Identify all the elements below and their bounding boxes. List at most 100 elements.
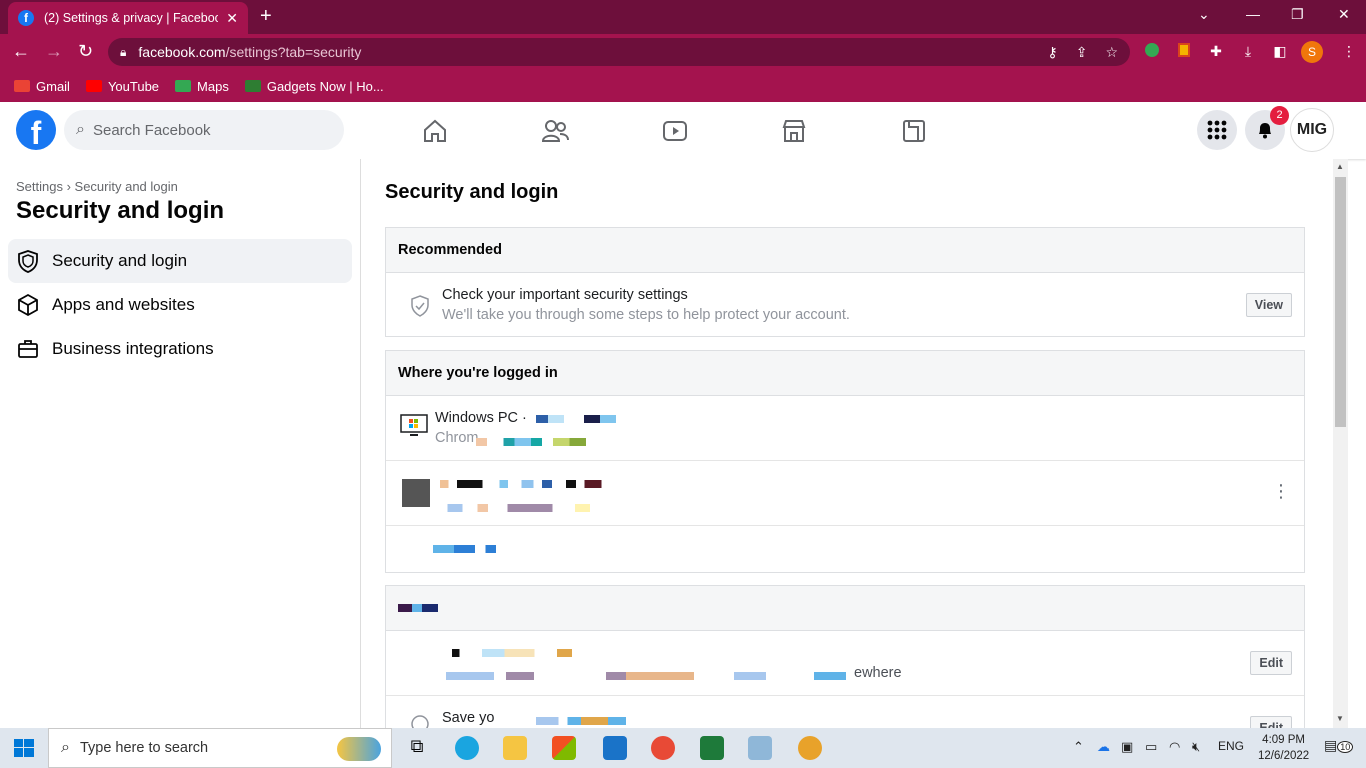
sidebar-item-label: Security and login bbox=[52, 251, 188, 270]
security-checkup-title: Check your important security settings bbox=[442, 287, 688, 303]
minimize-icon[interactable]: — bbox=[1246, 6, 1260, 22]
friends-icon[interactable] bbox=[540, 116, 570, 146]
logged-in-card: Where you're logged in Windows PC · Chro… bbox=[385, 350, 1305, 573]
sidebar-title: Security and login bbox=[16, 197, 225, 224]
settings-sidebar: Settings › Security and login Security a… bbox=[0, 159, 361, 728]
edit-button-2[interactable]: Edit bbox=[1250, 716, 1292, 728]
download-icon[interactable]: ⤓ bbox=[1239, 42, 1257, 60]
redacted-pixels bbox=[440, 480, 610, 488]
wifi-icon[interactable]: ◠ bbox=[1169, 739, 1180, 755]
see-more-row[interactable] bbox=[386, 526, 1304, 572]
facebook-favicon-icon: f bbox=[18, 10, 34, 26]
notepad-icon[interactable] bbox=[748, 736, 772, 760]
tab-search-chevron-icon[interactable]: ⌄ bbox=[1198, 6, 1210, 23]
task-view-icon[interactable]: ⧉ bbox=[405, 736, 429, 760]
file-explorer-icon[interactable] bbox=[503, 736, 527, 760]
home-icon[interactable] bbox=[420, 116, 450, 146]
breadcrumb[interactable]: Settings › Security and login bbox=[16, 179, 178, 194]
recommended-card: Recommended Check your important securit… bbox=[385, 227, 1305, 337]
session-device-subtitle: Chrom bbox=[435, 430, 479, 446]
windows-taskbar: ⌕ Type here to search ⧉ ⌃ ☁ ▣ ▭ ◠ 🔇︎ ENG… bbox=[0, 728, 1366, 768]
url-path: /settings?tab=security bbox=[225, 44, 362, 60]
account-avatar[interactable]: MIG bbox=[1290, 108, 1334, 152]
facebook-logo-icon[interactable]: f bbox=[16, 110, 56, 150]
password-row[interactable]: ewhere Edit bbox=[386, 631, 1304, 696]
reload-icon[interactable]: ↻ bbox=[78, 42, 93, 60]
sidebar-item-security-and-login[interactable]: Security and login bbox=[8, 239, 352, 283]
extension-green-icon[interactable] bbox=[1143, 42, 1161, 60]
session-row-windows[interactable]: Windows PC · Chrom bbox=[386, 396, 1304, 461]
taskbar-search-input[interactable]: ⌕ Type here to search bbox=[48, 728, 392, 768]
youtube-icon bbox=[85, 80, 102, 92]
extensions-puzzle-icon[interactable]: ✚ bbox=[1207, 42, 1225, 60]
forward-arrow-icon[interactable]: → bbox=[45, 42, 63, 60]
gaming-icon[interactable] bbox=[899, 116, 929, 146]
search-icon: ⌕ bbox=[76, 121, 85, 138]
device-icon bbox=[402, 479, 430, 507]
session-more-options-icon[interactable]: ⋮ bbox=[1272, 481, 1290, 502]
action-center-icon[interactable]: ▤ 10 bbox=[1324, 737, 1354, 754]
close-tab-icon[interactable]: ✕ bbox=[226, 10, 238, 27]
marketplace-icon[interactable] bbox=[779, 116, 809, 146]
key-icon[interactable]: ⚷ bbox=[1047, 44, 1057, 61]
bookmark-maps[interactable]: Maps bbox=[175, 79, 229, 94]
cube-icon bbox=[16, 293, 40, 317]
scrollbar-thumb[interactable] bbox=[1335, 177, 1346, 427]
bookmark-gadgets-now[interactable]: Gadgets Now | Ho... bbox=[244, 79, 384, 94]
bookmark-youtube[interactable]: YouTube bbox=[85, 79, 159, 94]
recommended-heading: Recommended bbox=[386, 228, 1304, 273]
url-host: facebook.com bbox=[138, 44, 226, 60]
chrome-profile-icon[interactable] bbox=[651, 736, 675, 760]
back-arrow-icon[interactable]: ← bbox=[12, 42, 30, 60]
browser-tab[interactable]: f (2) Settings & privacy | Facebook ✕ bbox=[8, 2, 248, 34]
watch-video-icon[interactable] bbox=[660, 116, 690, 146]
session-row-redacted[interactable]: ⋮ bbox=[386, 461, 1304, 526]
menu-grid-icon[interactable] bbox=[1197, 110, 1237, 150]
menu-kebab-icon[interactable]: ⋮ bbox=[1340, 42, 1358, 60]
shield-check-icon bbox=[410, 295, 430, 322]
app-notification-icon[interactable] bbox=[700, 736, 724, 760]
language-indicator[interactable]: ENG bbox=[1218, 739, 1244, 753]
side-panel-icon[interactable]: ◧ bbox=[1271, 42, 1289, 60]
scroll-up-icon[interactable]: ▲ bbox=[1336, 162, 1344, 171]
edge-browser-icon[interactable] bbox=[455, 736, 479, 760]
sidebar-item-label: Business integrations bbox=[52, 339, 214, 358]
save-login-row[interactable]: Save yo Edit bbox=[386, 696, 1304, 728]
facebook-header: f ⌕ Search Facebook bbox=[0, 102, 1366, 159]
bookmark-gmail[interactable]: Gmail bbox=[14, 79, 70, 94]
onedrive-icon[interactable]: ☁ bbox=[1097, 739, 1110, 755]
info-circle-icon bbox=[410, 714, 430, 728]
chrome-icon[interactable] bbox=[798, 736, 822, 760]
tab-title: (2) Settings & privacy | Facebook bbox=[44, 11, 219, 25]
gmail-icon bbox=[14, 80, 30, 92]
tray-app-icon[interactable]: ▣ bbox=[1121, 739, 1133, 755]
sidebar-item-business-integrations[interactable]: Business integrations bbox=[8, 327, 352, 371]
page-scrollbar[interactable]: ▲ ▼ bbox=[1333, 159, 1348, 728]
bookmark-star-icon[interactable]: ☆ bbox=[1105, 44, 1118, 61]
mail-icon[interactable] bbox=[603, 736, 627, 760]
address-bar[interactable]: 🔒︎ facebook.com/settings?tab=security ⚷ … bbox=[108, 38, 1130, 66]
profile-avatar[interactable]: S bbox=[1301, 41, 1323, 63]
close-window-icon[interactable]: ✕ bbox=[1338, 6, 1350, 23]
tray-chevron-up-icon[interactable]: ⌃ bbox=[1073, 739, 1084, 755]
briefcase-icon bbox=[16, 337, 40, 361]
windows-start-icon[interactable] bbox=[14, 739, 34, 757]
battery-icon[interactable]: ▭ bbox=[1145, 739, 1157, 755]
lock-icon[interactable]: 🔒︎ bbox=[120, 45, 126, 60]
security-checkup-row[interactable]: Check your important security settings W… bbox=[386, 273, 1304, 336]
sidebar-item-apps-and-websites[interactable]: Apps and websites bbox=[8, 283, 352, 327]
taskbar-clock[interactable]: 4:09 PM 12/6/2022 bbox=[1258, 732, 1309, 764]
redacted-pixels bbox=[426, 545, 496, 553]
volume-icon[interactable]: 🔇︎ bbox=[1192, 739, 1200, 755]
bookmarks-bar: Gmail YouTube Maps Gadgets Now | Ho... bbox=[0, 70, 1366, 102]
redacted-pixels bbox=[440, 504, 590, 512]
scroll-down-icon[interactable]: ▼ bbox=[1336, 714, 1344, 723]
microsoft-store-icon[interactable] bbox=[552, 736, 576, 760]
facebook-search-input[interactable]: ⌕ Search Facebook bbox=[64, 110, 344, 150]
new-tab-icon[interactable]: + bbox=[260, 6, 272, 26]
view-button[interactable]: View bbox=[1245, 293, 1292, 317]
restore-icon[interactable]: ❐ bbox=[1291, 6, 1304, 23]
share-icon[interactable]: ⇪ bbox=[1076, 44, 1088, 61]
extension-book-icon[interactable] bbox=[1175, 42, 1193, 60]
edit-button[interactable]: Edit bbox=[1250, 651, 1292, 675]
